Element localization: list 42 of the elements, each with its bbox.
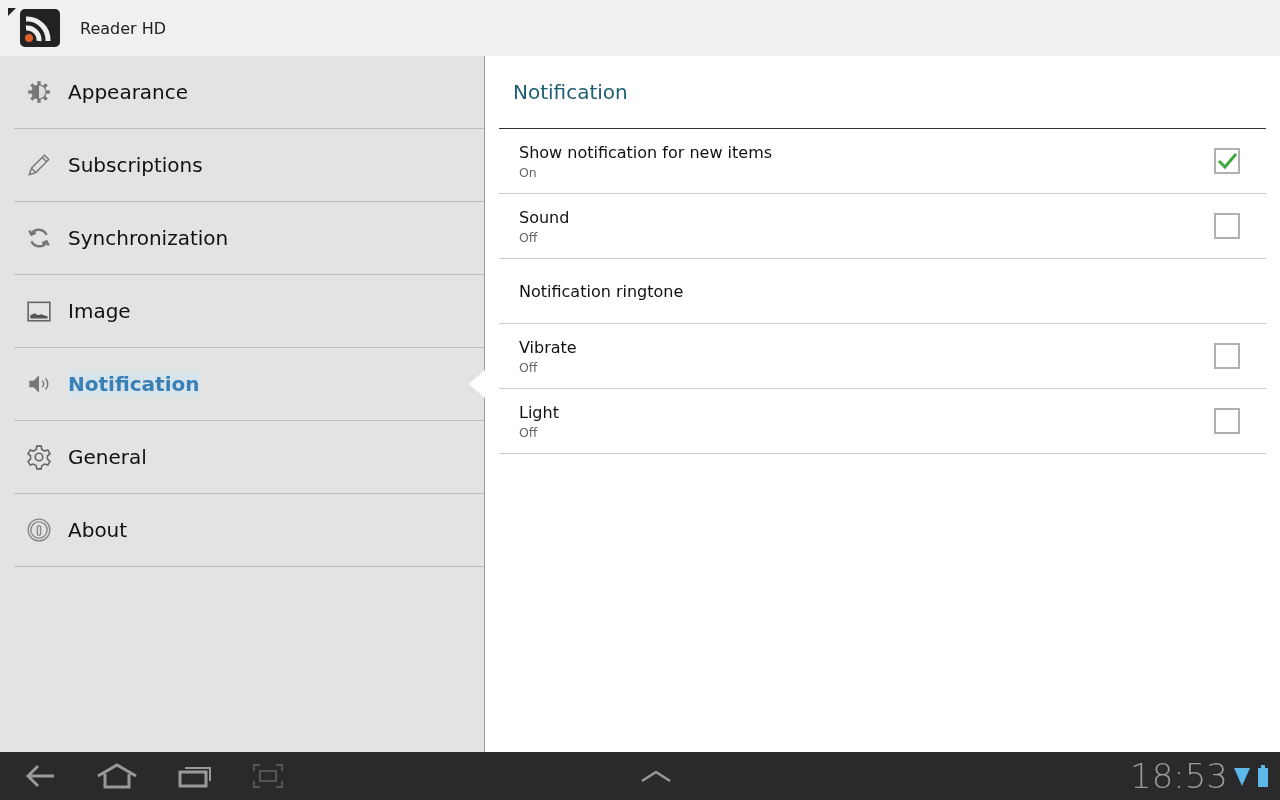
setting-row[interactable]: Vibrate Off xyxy=(499,324,1266,389)
checkbox[interactable] xyxy=(1214,213,1240,239)
checkbox[interactable] xyxy=(1214,343,1240,369)
setting-row[interactable]: Show notification for new items On xyxy=(499,129,1266,194)
sidebar-item[interactable]: General xyxy=(14,421,484,494)
chevron-up-icon[interactable] xyxy=(640,768,672,784)
pencil-icon xyxy=(28,154,50,176)
checkbox[interactable] xyxy=(1214,148,1240,174)
setting-row[interactable]: Sound Off xyxy=(499,194,1266,259)
setting-summary: Off xyxy=(519,424,539,440)
home-icon[interactable] xyxy=(96,763,138,789)
setting-summary: Off xyxy=(519,359,539,375)
setting-title: Notification ringtone xyxy=(519,281,684,301)
info-icon xyxy=(27,518,51,542)
battery-icon xyxy=(1258,765,1268,787)
sidebar-item[interactable]: Appearance xyxy=(14,56,484,129)
sidebar-item[interactable]: About xyxy=(14,494,484,567)
sidebar-item[interactable]: Subscriptions xyxy=(14,129,484,202)
back-icon[interactable] xyxy=(24,763,56,789)
sidebar-item[interactable]: Synchronization xyxy=(14,202,484,275)
setting-summary: On xyxy=(519,164,538,180)
setting-title: Light xyxy=(519,402,560,422)
wifi-icon xyxy=(1234,766,1250,786)
setting-title: Show notification for new items xyxy=(519,142,774,162)
check-icon xyxy=(1216,150,1238,172)
rss-app-icon[interactable] xyxy=(8,8,60,48)
clock: 18:53 xyxy=(1130,756,1228,796)
sync-icon xyxy=(28,228,50,248)
gear-icon xyxy=(27,445,51,470)
setting-title: Vibrate xyxy=(519,337,578,357)
setting-title: Sound xyxy=(519,207,571,227)
recent-apps-icon[interactable] xyxy=(178,764,212,788)
app-title: Reader HD xyxy=(80,18,167,38)
setting-summary: Off xyxy=(519,229,539,245)
setting-row[interactable]: Light Off xyxy=(499,389,1266,454)
setting-row[interactable]: Notification ringtone xyxy=(499,259,1266,324)
image-icon xyxy=(27,301,51,322)
sun-icon xyxy=(28,81,50,103)
panel-title: Notification xyxy=(499,56,1266,129)
speaker-icon xyxy=(29,375,49,393)
checkbox[interactable] xyxy=(1214,408,1240,434)
sidebar-item[interactable]: Image xyxy=(14,275,484,348)
